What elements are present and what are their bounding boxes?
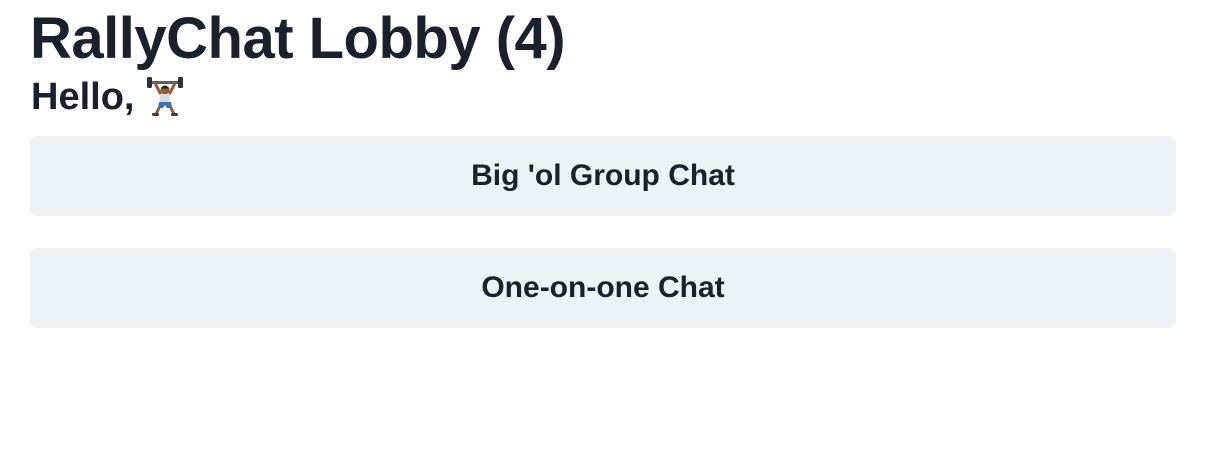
one-on-one-chat-label: One-on-one Chat [481,271,725,304]
greeting-heading: Hello, [31,74,184,120]
one-on-one-chat-button[interactable]: One-on-one Chat [30,248,1176,328]
lobby-page: RallyChat Lobby (4) Hello, Big 'ol Group… [0,0,1210,474]
weightlifter-icon [146,77,184,117]
group-chat-label: Big 'ol Group Chat [471,159,735,192]
page-title: RallyChat Lobby (4) [30,6,566,71]
greeting-text: Hello, [31,76,135,118]
group-chat-button[interactable]: Big 'ol Group Chat [30,136,1176,216]
